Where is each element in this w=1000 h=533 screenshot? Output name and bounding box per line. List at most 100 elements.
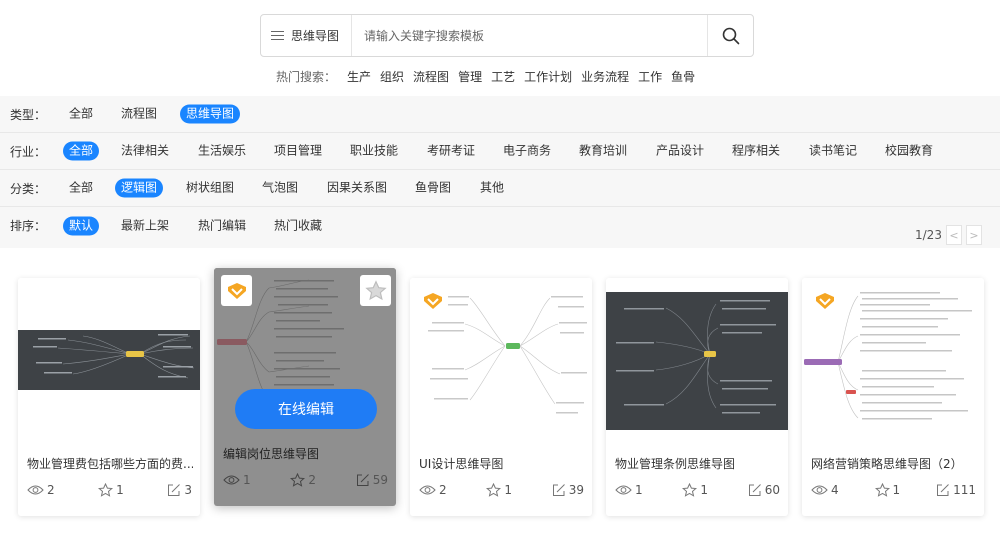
template-card[interactable]: 网络营销策略思维导图（2） 4 1 111 (802, 278, 984, 516)
chip-industry-reading[interactable]: 读书笔记 (803, 142, 863, 161)
chip-industry-project[interactable]: 项目管理 (268, 142, 328, 161)
card-title[interactable]: UI设计思维导图 (419, 455, 585, 472)
template-card[interactable]: 在线编辑 编辑岗位思维导图 1 2 59 (214, 268, 396, 506)
card-stats: 2 1 39 (419, 483, 584, 497)
hot-search-item[interactable]: 工作计划 (524, 68, 572, 85)
filter-row-type: 类型： 全部 流程图 思维导图 (0, 96, 1000, 133)
edits-stat: 59 (356, 473, 388, 487)
filter-panel: 类型： 全部 流程图 思维导图 行业： 全部 法律相关 生活娱乐 项目管理 职业… (0, 96, 1000, 248)
search-type-selector[interactable]: 思维导图 (261, 15, 353, 56)
hot-search-item[interactable]: 流程图 (413, 68, 449, 85)
stars-count: 1 (892, 483, 901, 497)
favorite-button[interactable] (360, 275, 391, 306)
edit-icon (748, 484, 761, 496)
star-icon (290, 473, 306, 487)
edits-count: 39 (568, 483, 584, 497)
stars-count: 2 (308, 473, 316, 487)
chip-industry-product[interactable]: 产品设计 (650, 142, 710, 161)
template-card[interactable]: 物业管理条例思维导图 1 1 60 (606, 278, 788, 516)
chip-industry-campus[interactable]: 校园教育 (879, 142, 939, 161)
crown-badge-icon (815, 292, 834, 309)
chip-industry-education[interactable]: 教育培训 (573, 142, 633, 161)
hot-search-item[interactable]: 组织 (380, 68, 404, 85)
chip-industry-all[interactable]: 全部 (63, 141, 100, 161)
card-stats: 1 2 59 (223, 473, 388, 487)
stars-stat: 2 (290, 473, 316, 487)
chip-sort-newest[interactable]: 最新上架 (115, 216, 175, 235)
stars-count: 1 (700, 483, 708, 497)
search-type-label: 思维导图 (291, 29, 340, 43)
eye-icon (419, 485, 436, 495)
stars-stat: 1 (98, 483, 124, 497)
search-input[interactable] (352, 15, 707, 56)
chip-category-cause[interactable]: 因果关系图 (321, 179, 393, 198)
filter-row-sort: 排序： 默认 最新上架 热门编辑 热门收藏 (0, 207, 1000, 244)
page-indicator: 1/23 (915, 228, 942, 242)
chip-sort-hot-edit[interactable]: 热门编辑 (192, 216, 252, 235)
edits-count: 111 (953, 483, 976, 497)
chip-category-logic[interactable]: 逻辑图 (115, 178, 164, 198)
filter-label: 排序： (10, 219, 47, 233)
chip-industry-life[interactable]: 生活娱乐 (192, 142, 252, 161)
edits-count: 3 (184, 483, 192, 497)
chip-sort-hot-fav[interactable]: 热门收藏 (268, 216, 328, 235)
chip-category-other[interactable]: 其他 (474, 179, 510, 198)
next-page-button[interactable]: > (965, 225, 982, 245)
chip-industry-law[interactable]: 法律相关 (115, 142, 175, 161)
search-bar: 思维导图 (260, 14, 754, 57)
stars-stat: 1 (486, 483, 512, 497)
pagination: 1/23 < > (915, 225, 982, 245)
search-button[interactable] (707, 15, 753, 56)
edits-stat: 39 (552, 483, 584, 497)
card-title[interactable]: 编辑岗位思维导图 (223, 445, 389, 462)
card-stats: 2 1 3 (27, 483, 192, 497)
chip-category-fishbone[interactable]: 鱼骨图 (409, 179, 457, 198)
hot-search-item[interactable]: 管理 (458, 68, 482, 85)
filter-label: 行业： (10, 144, 47, 159)
template-card[interactable]: UI设计思维导图 2 1 39 (410, 278, 592, 516)
hot-search-item[interactable]: 工作 (638, 68, 662, 85)
hot-search-item[interactable]: 生产 (347, 68, 371, 85)
edits-count: 60 (764, 483, 780, 497)
edit-online-button[interactable]: 在线编辑 (235, 389, 377, 429)
card-thumbnail (606, 278, 788, 430)
filter-row-industry: 行业： 全部 法律相关 生活娱乐 项目管理 职业技能 考研考证 电子商务 教育培… (0, 133, 1000, 170)
hot-search-item[interactable]: 工艺 (491, 68, 515, 85)
stars-stat: 1 (682, 483, 708, 497)
edits-stat: 3 (167, 483, 192, 497)
filter-label: 分类： (10, 181, 47, 196)
views-stat: 1 (223, 473, 251, 487)
template-card[interactable]: 物业管理费包括哪些方面的费... 2 1 3 (18, 278, 200, 516)
chip-industry-programming[interactable]: 程序相关 (726, 142, 786, 161)
stars-count: 1 (116, 483, 124, 497)
chip-category-all[interactable]: 全部 (63, 179, 99, 198)
chip-industry-exam[interactable]: 考研考证 (421, 142, 481, 161)
star-icon (486, 483, 502, 497)
card-title[interactable]: 网络营销策略思维导图（2） (811, 455, 977, 472)
views-count: 2 (47, 483, 55, 497)
stars-count: 1 (504, 483, 512, 497)
chip-sort-default[interactable]: 默认 (63, 216, 100, 235)
prev-page-button[interactable]: < (945, 225, 962, 245)
views-count: 1 (635, 483, 643, 497)
chip-type-mindmap[interactable]: 思维导图 (180, 104, 241, 124)
views-count: 2 (439, 483, 447, 497)
hot-search-item[interactable]: 鱼骨 (671, 68, 695, 85)
star-icon (682, 483, 698, 497)
card-title[interactable]: 物业管理条例思维导图 (615, 455, 781, 472)
chip-type-flowchart[interactable]: 流程图 (115, 105, 163, 124)
filter-row-category: 分类： 全部 逻辑图 树状组图 气泡图 因果关系图 鱼骨图 其他 (0, 170, 1000, 207)
edit-icon (552, 484, 565, 496)
hot-search-item[interactable]: 业务流程 (581, 68, 629, 85)
premium-badge (809, 285, 840, 316)
chip-industry-career[interactable]: 职业技能 (344, 142, 404, 161)
star-icon (874, 483, 890, 497)
chip-industry-ecommerce[interactable]: 电子商务 (497, 142, 557, 161)
edit-icon (937, 484, 949, 496)
card-title[interactable]: 物业管理费包括哪些方面的费... (27, 455, 193, 472)
chip-type-all[interactable]: 全部 (63, 105, 99, 124)
search-icon (722, 27, 739, 44)
views-stat: 1 (615, 483, 643, 497)
chip-category-bubble[interactable]: 气泡图 (256, 179, 304, 198)
chip-category-tree[interactable]: 树状组图 (180, 179, 240, 198)
